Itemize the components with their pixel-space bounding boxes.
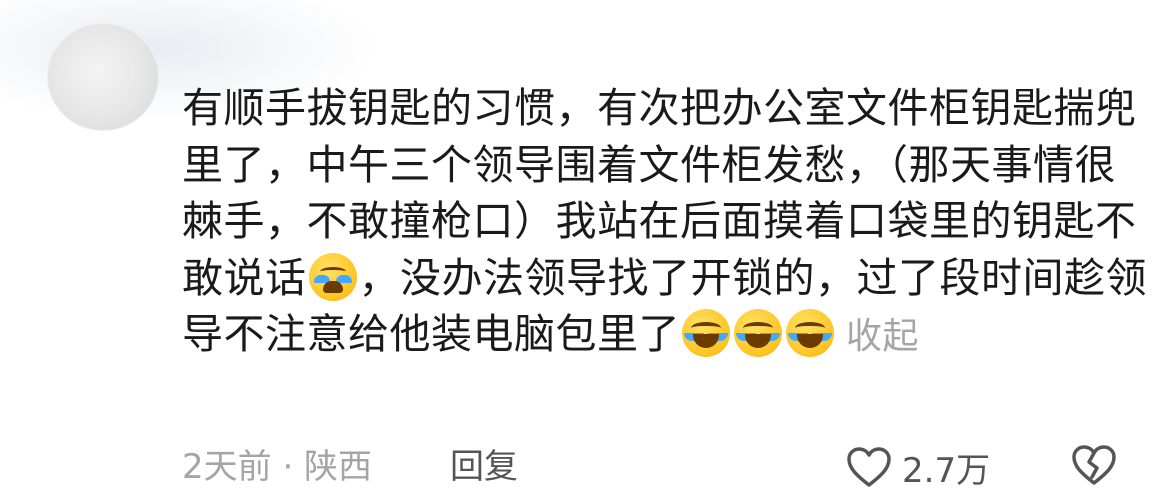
like-button[interactable]: 2.7万	[846, 443, 990, 491]
laughing-crying-emoji-icon	[786, 309, 834, 357]
laughing-crying-emoji-icon	[682, 309, 730, 357]
collapse-button[interactable]: 收起	[846, 316, 919, 357]
avatar[interactable]	[48, 24, 158, 130]
broken-heart-icon	[1072, 445, 1116, 485]
heart-outline-icon	[847, 447, 891, 487]
comment-text: 有顺手拔钥匙的习惯，有次把办公室文件柜钥匙揣兜里了，中午三个领导围着文件柜发愁，…	[182, 80, 1152, 366]
like-count: 2.7万	[902, 450, 991, 491]
dislike-button[interactable]	[1070, 443, 1118, 491]
laughing-crying-emoji-icon	[734, 309, 782, 357]
reply-button[interactable]: 回复	[450, 443, 518, 491]
comment-meta: 2天前 · 陕西	[182, 447, 373, 487]
crying-emoji-icon	[308, 252, 357, 301]
